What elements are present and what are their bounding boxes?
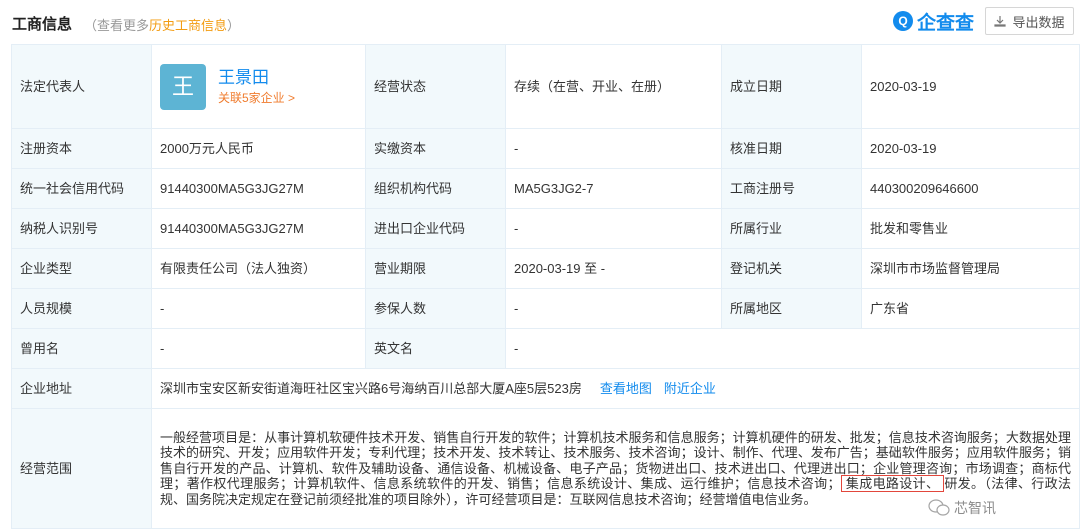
wechat-icon bbox=[928, 499, 950, 516]
approval-date-value: 2020-03-19 bbox=[861, 128, 1080, 169]
table-row: 人员规模 - 参保人数 - 所属地区 广东省 bbox=[11, 288, 1080, 329]
import-export-code-label: 进出口企业代码 bbox=[365, 208, 506, 249]
legal-rep-name-link[interactable]: 王景田 bbox=[218, 67, 295, 89]
legal-rep-cell: 王 王景田 关联5家企业 > bbox=[151, 44, 366, 129]
reg-number-label: 工商注册号 bbox=[721, 168, 862, 209]
industry-value: 批发和零售业 bbox=[861, 208, 1080, 249]
related-companies-link[interactable]: 关联5家企业 > bbox=[218, 91, 295, 105]
watermark: 芯智讯 bbox=[928, 498, 996, 518]
paid-capital-label: 实缴资本 bbox=[365, 128, 506, 169]
region-label: 所属地区 bbox=[721, 288, 862, 329]
table-row: 统一社会信用代码 91440300MA5G3JG27M 组织机构代码 MA5G3… bbox=[11, 168, 1080, 209]
staff-size-label: 人员规模 bbox=[11, 288, 152, 329]
credit-code-label: 统一社会信用代码 bbox=[11, 168, 152, 209]
org-code-value: MA5G3JG2-7 bbox=[505, 168, 722, 209]
business-scope-label: 经营范围 bbox=[11, 408, 152, 529]
brand-name: 企查查 bbox=[917, 12, 975, 34]
table-row: 法定代表人 王 王景田 关联5家企业 > 经营状态 存续（在营、开业、在册） 成… bbox=[11, 44, 1080, 129]
scope-highlight: 集成电路设计、 bbox=[840, 475, 945, 493]
org-code-label: 组织机构代码 bbox=[365, 168, 506, 209]
section-title: 工商信息 bbox=[12, 16, 73, 33]
nearby-companies-link[interactable]: 附近企业 bbox=[664, 381, 716, 396]
staff-size-value: - bbox=[151, 288, 366, 329]
table-row: 经营范围 一般经营项目是：从事计算机软硬件技术开发、销售自行开发的软件；计算机技… bbox=[11, 408, 1080, 529]
legal-rep-label: 法定代表人 bbox=[11, 44, 152, 129]
former-name-value: - bbox=[151, 328, 366, 369]
table-row: 纳税人识别号 91440300MA5G3JG27M 进出口企业代码 - 所属行业… bbox=[11, 208, 1080, 249]
section-header: 工商信息 （查看更多历史工商信息） Q 企查查 导出数据 bbox=[0, 0, 1080, 44]
founded-date-value: 2020-03-19 bbox=[861, 44, 1080, 129]
reg-number-value: 440300209646600 bbox=[861, 168, 1080, 209]
brand-logo: Q 企查查 bbox=[893, 9, 975, 34]
import-export-code-value: - bbox=[505, 208, 722, 249]
export-data-label: 导出数据 bbox=[1012, 14, 1065, 30]
region-value: 广东省 bbox=[861, 288, 1080, 329]
insured-count-value: - bbox=[505, 288, 722, 329]
address-value: 深圳市宝安区新安街道海旺社区宝兴路6号海纳百川总部大厦A座5层523房 bbox=[160, 380, 582, 396]
table-row: 曾用名 - 英文名 - bbox=[11, 328, 1080, 369]
history-hint: （查看更多历史工商信息） bbox=[84, 15, 240, 34]
table-row: 注册资本 2000万元人民币 实缴资本 - 核准日期 2020-03-19 bbox=[11, 128, 1080, 169]
business-info-table: 法定代表人 王 王景田 关联5家企业 > 经营状态 存续（在营、开业、在册） 成… bbox=[11, 44, 1080, 529]
industry-label: 所属行业 bbox=[721, 208, 862, 249]
business-term-value: 2020-03-19 至 - bbox=[505, 248, 722, 289]
history-link[interactable]: 历史工商信息 bbox=[149, 18, 227, 33]
taxpayer-id-label: 纳税人识别号 bbox=[11, 208, 152, 249]
status-label: 经营状态 bbox=[365, 44, 506, 129]
insured-count-label: 参保人数 bbox=[365, 288, 506, 329]
registration-authority-label: 登记机关 bbox=[721, 248, 862, 289]
paid-capital-value: - bbox=[505, 128, 722, 169]
credit-code-value: 91440300MA5G3JG27M bbox=[151, 168, 366, 209]
taxpayer-id-value: 91440300MA5G3JG27M bbox=[151, 208, 366, 249]
watermark-text: 芯智讯 bbox=[954, 500, 996, 516]
legal-rep-card: 王 王景田 关联5家企业 > bbox=[160, 63, 357, 110]
former-name-label: 曾用名 bbox=[11, 328, 152, 369]
registered-capital-value: 2000万元人民币 bbox=[151, 128, 366, 169]
english-name-label: 英文名 bbox=[365, 328, 506, 369]
export-data-button[interactable]: 导出数据 bbox=[985, 7, 1074, 35]
registered-capital-label: 注册资本 bbox=[11, 128, 152, 169]
status-value: 存续（在营、开业、在册） bbox=[505, 44, 722, 129]
table-row: 企业类型 有限责任公司（法人独资） 营业期限 2020-03-19 至 - 登记… bbox=[11, 248, 1080, 289]
history-hint-prefix: （查看更多 bbox=[84, 18, 150, 33]
address-cell: 深圳市宝安区新安街道海旺社区宝兴路6号海纳百川总部大厦A座5层523房 查看地图附… bbox=[151, 368, 1080, 409]
brand-q-icon: Q bbox=[893, 11, 913, 31]
avatar[interactable]: 王 bbox=[160, 63, 206, 110]
registration-authority-value: 深圳市市场监督管理局 bbox=[861, 248, 1080, 289]
founded-date-label: 成立日期 bbox=[721, 44, 862, 129]
english-name-value: - bbox=[505, 328, 1080, 369]
business-term-label: 营业期限 bbox=[365, 248, 506, 289]
history-hint-suffix: ） bbox=[227, 18, 241, 33]
company-type-label: 企业类型 bbox=[11, 248, 152, 289]
company-type-value: 有限责任公司（法人独资） bbox=[151, 248, 366, 289]
table-row: 企业地址 深圳市宝安区新安街道海旺社区宝兴路6号海纳百川总部大厦A座5层523房… bbox=[11, 368, 1080, 409]
address-label: 企业地址 bbox=[11, 368, 152, 409]
view-map-link[interactable]: 查看地图 bbox=[600, 381, 652, 396]
download-icon bbox=[994, 16, 1007, 27]
approval-date-label: 核准日期 bbox=[721, 128, 862, 169]
